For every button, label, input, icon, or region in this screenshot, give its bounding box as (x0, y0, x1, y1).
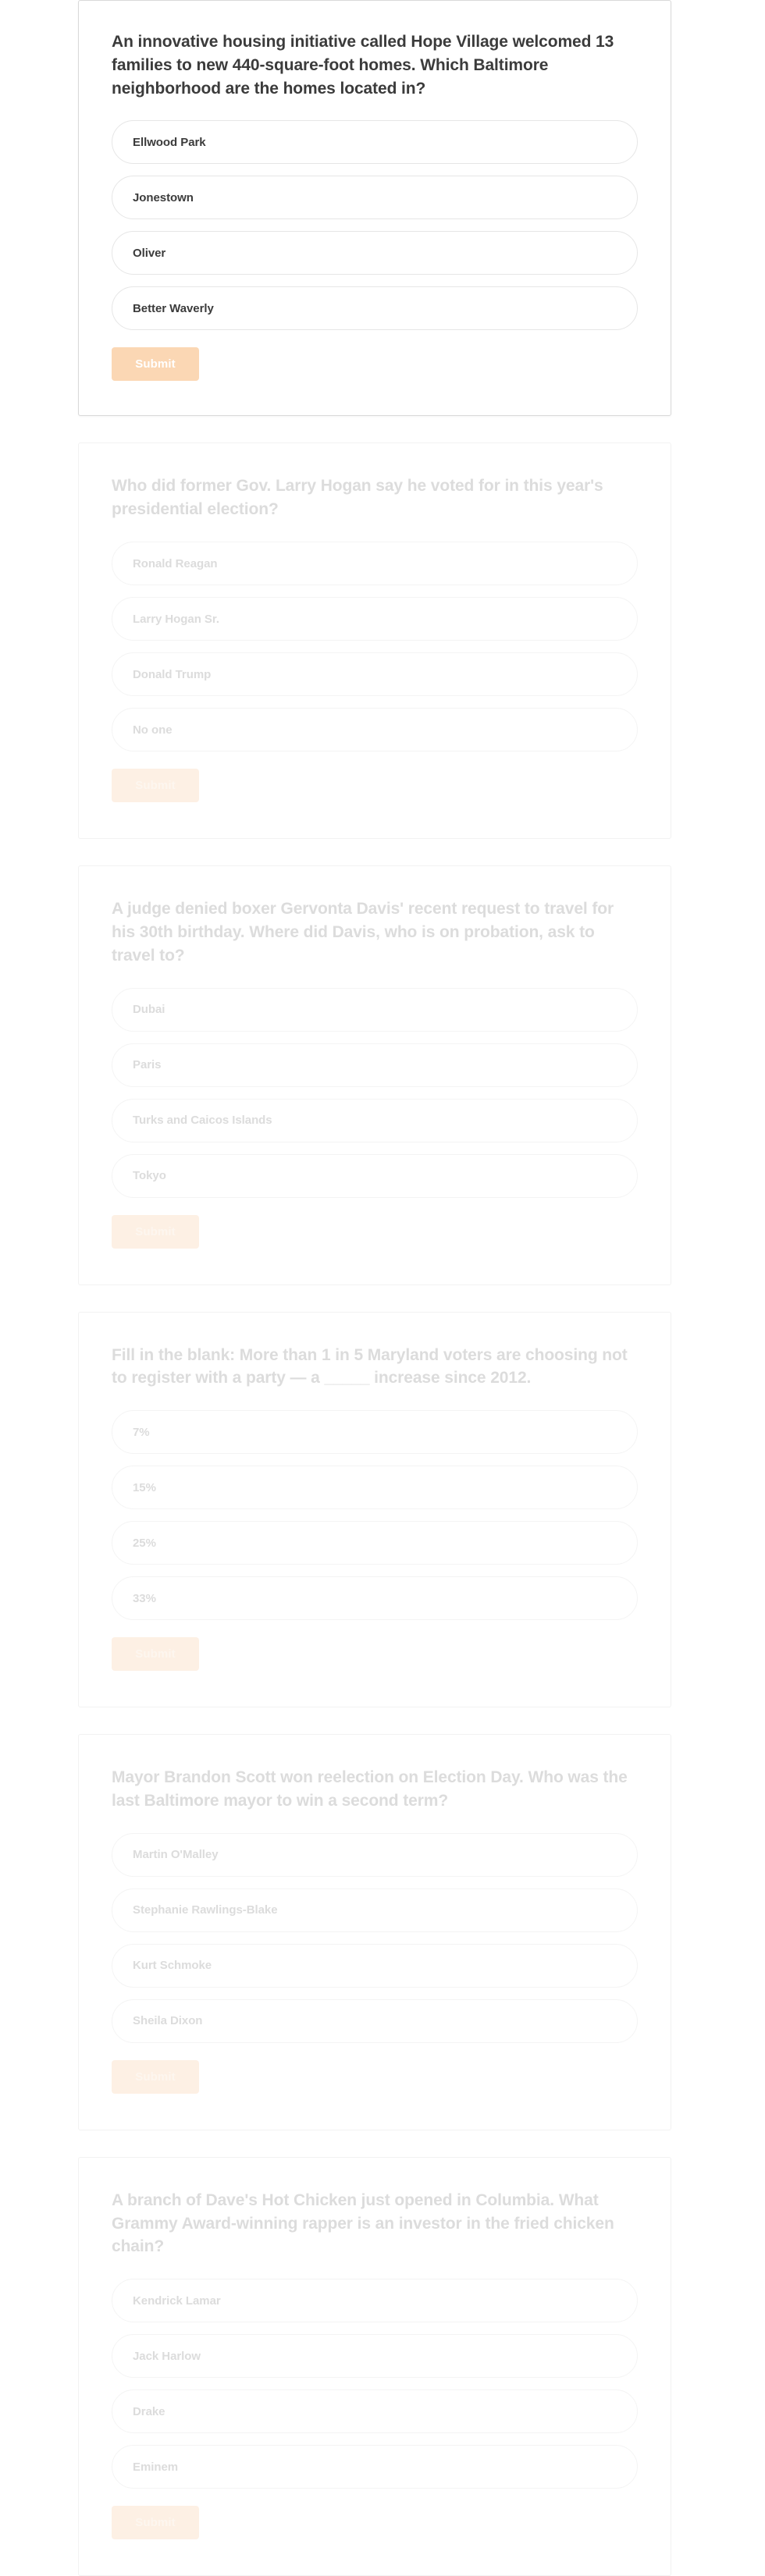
option-label: Paris (133, 1058, 162, 1071)
option-button: Dubai (112, 987, 638, 1032)
option-button: 15% (112, 1466, 638, 1510)
submit-button: Submit (112, 769, 199, 803)
quiz-column: An innovative housing initiative called … (78, 0, 671, 2576)
question-card: An innovative housing initiative called … (78, 0, 671, 417)
option-list: Martin O'Malley Stephanie Rawlings-Blake K… (112, 1832, 638, 2043)
submit-row: Submit (112, 1214, 638, 1249)
option-button: Jack Harlow (112, 2334, 638, 2379)
option-button: 25% (112, 1521, 638, 1565)
question-text: Mayor Brandon Scott won reelection on El… (112, 1768, 628, 1810)
option-label: Kendrick Lamar (133, 2294, 221, 2308)
option-button: Martin O'Malley (112, 1832, 638, 1877)
option-label: Drake (133, 2404, 165, 2418)
option-label: 7% (133, 1425, 150, 1439)
option-label: Stephanie Rawlings-Blake (133, 1903, 278, 1917)
option-list: Kendrick Lamar Jack Harlow Drake Eminem (112, 2279, 638, 2489)
option-button: 33% (112, 1576, 638, 1621)
submit-row: Submit (112, 347, 638, 382)
question-text: An innovative housing initiative called … (112, 33, 614, 98)
option-label: Sheila Dixon (133, 2014, 203, 2028)
option-list: Dubai Paris Turks and Caicos Islands Tokyo (112, 987, 638, 1198)
option-button: Ronald Reagan (112, 542, 638, 586)
option-button: Paris (112, 1043, 638, 1087)
option-label: Kurt Schmoke (133, 1959, 212, 1973)
submit-button[interactable]: Submit (112, 347, 199, 382)
option-button: Donald Trump (112, 652, 638, 697)
option-button: Larry Hogan Sr. (112, 597, 638, 641)
option-button[interactable]: Jonestown (112, 176, 638, 220)
option-label: Larry Hogan Sr. (133, 612, 219, 626)
option-label: Better Waverly (133, 301, 214, 315)
option-label: No one (133, 723, 173, 737)
question-text: A judge denied boxer Gervonta Davis' rec… (112, 900, 614, 965)
question-card: A branch of Dave's Hot Chicken just open… (78, 2156, 671, 2576)
option-label: Tokyo (133, 1169, 166, 1182)
option-button: Drake (112, 2389, 638, 2434)
question-card: Fill in the blank: More than 1 in 5 Mary… (78, 1311, 671, 1708)
submit-button: Submit (112, 1637, 199, 1672)
submit-row: Submit (112, 2506, 638, 2540)
submit-button: Submit (112, 2059, 199, 2094)
option-label: Ellwood Park (133, 135, 206, 149)
option-button[interactable]: Better Waverly (112, 286, 638, 331)
option-label: Eminem (133, 2460, 179, 2474)
option-button: Turks and Caicos Islands (112, 1098, 638, 1142)
option-list: Ellwood Park Jonestown Oliver Better Waverl… (112, 120, 638, 331)
option-button: Kendrick Lamar (112, 2279, 638, 2323)
option-label: Jonestown (133, 190, 194, 204)
option-button: 7% (112, 1410, 638, 1455)
question-card: Mayor Brandon Scott won reelection on El… (78, 1734, 671, 2130)
submit-row: Submit (112, 2059, 638, 2094)
option-button[interactable]: Oliver (112, 231, 638, 275)
option-label: Oliver (133, 246, 166, 260)
option-label: Ronald Reagan (133, 556, 218, 570)
submit-row: Submit (112, 1637, 638, 1672)
question-card: Who did former Gov. Larry Hogan say he v… (78, 442, 671, 840)
option-label: Donald Trump (133, 667, 212, 681)
option-button: Eminem (112, 2445, 638, 2489)
option-label: 25% (133, 1536, 156, 1550)
question-text: A branch of Dave's Hot Chicken just open… (112, 2190, 614, 2256)
option-label: Jack Harlow (133, 2349, 201, 2363)
option-button: Kurt Schmoke (112, 1943, 638, 1988)
option-label: 15% (133, 1480, 156, 1494)
option-list: Ronald Reagan Larry Hogan Sr. Donald Trump… (112, 542, 638, 752)
question-text: Fill in the blank: More than 1 in 5 Mary… (112, 1345, 628, 1387)
submit-button: Submit (112, 2506, 199, 2540)
option-button: No one (112, 708, 638, 752)
option-button: Sheila Dixon (112, 1999, 638, 2043)
option-label: Dubai (133, 1003, 165, 1016)
submit-row: Submit (112, 769, 638, 803)
question-card: A judge denied boxer Gervonta Davis' rec… (78, 865, 671, 1285)
option-button: Tokyo (112, 1153, 638, 1198)
quiz-page: An innovative housing initiative called … (0, 0, 765, 2576)
option-button: Stephanie Rawlings-Blake (112, 1888, 638, 1932)
submit-button: Submit (112, 1214, 199, 1249)
option-label: Turks and Caicos Islands (133, 1114, 272, 1127)
option-button[interactable]: Ellwood Park (112, 120, 638, 165)
option-label: Martin O'Malley (133, 1848, 219, 1862)
option-list: 7% 15% 25% 33% (112, 1410, 638, 1621)
question-text: Who did former Gov. Larry Hogan say he v… (112, 477, 603, 519)
option-label: 33% (133, 1591, 156, 1605)
